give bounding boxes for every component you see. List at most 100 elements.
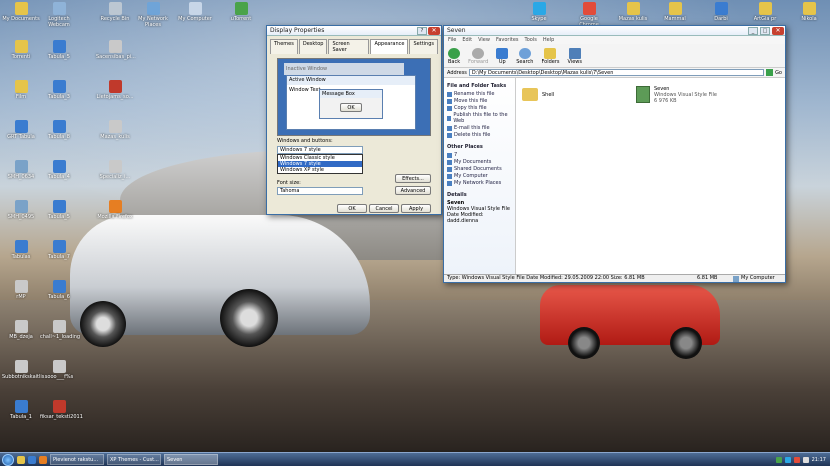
desktop-icon[interactable]: Tabula_3 — [40, 80, 78, 100]
display-properties-titlebar[interactable]: Display Properties ? ✕ — [267, 26, 441, 36]
style-option[interactable]: Windows XP style — [278, 167, 362, 173]
desktop-icon[interactable]: uTorrent — [222, 2, 260, 22]
taskbar-item-active[interactable]: Seven — [164, 454, 218, 465]
desktop-icon[interactable]: rMP — [2, 280, 40, 300]
other-place-link[interactable]: 7 — [447, 152, 512, 158]
effects-button[interactable]: Effects... — [395, 174, 431, 183]
desktop-icon[interactable]: Tabula_5 — [40, 40, 78, 60]
other-place-link[interactable]: My Documents — [447, 159, 512, 165]
file-item-seven[interactable]: Seven Windows Visual Style File 6 976 KB — [636, 86, 717, 104]
go-button[interactable]: Go — [775, 70, 782, 76]
up-button[interactable]: Up — [496, 48, 509, 65]
tray-icon[interactable] — [775, 456, 782, 463]
desktop-icon[interactable]: Mazas kulis — [614, 2, 652, 22]
desktop-icon[interactable]: Darbi — [702, 2, 740, 22]
go-arrow-icon[interactable] — [766, 69, 774, 76]
minimize-button[interactable]: _ — [748, 27, 758, 35]
forward-button[interactable]: Forward — [468, 48, 488, 65]
desktop-icon[interactable]: Recycle Bin — [96, 2, 134, 22]
explorer-titlebar[interactable]: Seven _ □ ✕ — [444, 26, 785, 36]
desktop-icon[interactable]: Mazas_kulis — [96, 120, 134, 140]
file-task-link[interactable]: Publish this file to the Web — [447, 112, 512, 124]
taskbar-item[interactable]: Pievienot rakstu... — [50, 454, 104, 465]
desktop-icon[interactable]: ArtGia pr — [746, 2, 784, 22]
desktop-icon-label: rMP — [16, 294, 26, 300]
desktop-icon[interactable]: My Network Places — [134, 2, 172, 28]
tab-appearance[interactable]: Appearance — [370, 39, 409, 54]
file-task-link[interactable]: Copy this file — [447, 105, 512, 111]
menu-help[interactable]: Help — [543, 37, 554, 43]
help-button[interactable]: ? — [417, 27, 427, 35]
desktop-icon[interactable]: Tabulas — [2, 240, 40, 260]
menu-file[interactable]: File — [448, 37, 456, 43]
desktop-icon[interactable]: SMH_0495 — [2, 200, 40, 220]
file-task-link[interactable]: E-mail this file — [447, 125, 512, 131]
apply-button[interactable]: Apply — [401, 204, 431, 213]
desktop-icon[interactable]: Film — [2, 80, 40, 100]
desktop-icon[interactable]: Tabula_4 — [40, 160, 78, 180]
media-quicklaunch-icon[interactable] — [39, 455, 47, 464]
desktop-icon[interactable]: Mammal — [656, 2, 694, 22]
menu-edit[interactable]: Edit — [462, 37, 472, 43]
desktop-icon[interactable]: Tabula_8 — [40, 120, 78, 140]
desktop-item-icon — [52, 40, 66, 53]
views-button[interactable]: Views — [568, 48, 582, 65]
desktop-icon[interactable]: SMH_0634 — [2, 160, 40, 180]
desktop-icon[interactable]: My Computer — [176, 2, 214, 22]
desktop-icon[interactable]: Torrenti — [2, 40, 40, 60]
search-button[interactable]: Search — [516, 48, 533, 65]
tab-screen-saver[interactable]: Screen Saver — [328, 39, 370, 54]
file-task-link[interactable]: Rename this file — [447, 91, 512, 97]
tab-settings[interactable]: Settings — [409, 39, 438, 54]
cancel-button[interactable]: Cancel — [369, 204, 399, 213]
close-icon[interactable]: ✕ — [428, 27, 440, 35]
desktop-icon[interactable]: Skype — [520, 2, 558, 22]
other-place-link[interactable]: Shared Documents — [447, 166, 512, 172]
tray-icon[interactable] — [793, 456, 800, 463]
other-place-link[interactable]: My Network Places — [447, 180, 512, 186]
explorer-quicklaunch-icon[interactable] — [17, 455, 25, 464]
volume-icon[interactable] — [802, 456, 809, 463]
desktop-icon[interactable]: Subbotnikskaitlis... — [2, 360, 49, 380]
desktop-icon[interactable]: chall~1_loading — [40, 320, 80, 340]
browser-quicklaunch-icon[interactable] — [28, 455, 36, 464]
clock[interactable]: 21:17 — [812, 457, 826, 463]
desktop-icon[interactable]: Nikola — [790, 2, 828, 22]
font-size-dropdown[interactable]: Tahoma — [277, 187, 363, 195]
desktop-icon[interactable]: Specializ_i... — [96, 160, 134, 180]
advanced-button[interactable]: Advanced — [395, 186, 431, 195]
desktop-icon[interactable]: Sacensibas_pi... — [96, 40, 136, 60]
back-button[interactable]: Back — [448, 48, 460, 65]
desktop-icon[interactable]: sooo___f%s — [40, 360, 78, 380]
desktop-icon[interactable]: Mozilla Firefox — [96, 200, 134, 220]
folders-button[interactable]: Folders — [541, 48, 560, 65]
desktop-icon[interactable]: Lietojams_so... — [96, 80, 134, 100]
desktop-icon[interactable]: Tabula_1 — [2, 400, 40, 420]
desktop-icon[interactable]: Tabula_6 — [40, 280, 78, 300]
file-task-link[interactable]: Move this file — [447, 98, 512, 104]
menu-view[interactable]: View — [478, 37, 490, 43]
other-place-link[interactable]: My Computer — [447, 173, 512, 179]
desktop-icon[interactable]: GRT Tabula — [2, 120, 40, 140]
desktop-icon[interactable]: MB_dzeja — [2, 320, 40, 340]
desktop-icon[interactable]: Tabula_5 — [40, 200, 78, 220]
close-icon[interactable]: ✕ — [772, 27, 784, 35]
menu-tools[interactable]: Tools — [525, 37, 537, 43]
address-input[interactable]: D:\My Documents\Desktop\Desktop\Mazas ku… — [468, 69, 765, 76]
taskbar-item[interactable]: XP Themes - Cust... — [107, 454, 161, 465]
maximize-button[interactable]: □ — [760, 27, 770, 35]
file-task-link[interactable]: Delete this file — [447, 132, 512, 138]
folder-item-shell[interactable]: Shell — [522, 88, 554, 101]
windows-buttons-dropdown[interactable]: Windows 7 style — [277, 146, 363, 154]
ok-button[interactable]: OK — [337, 204, 367, 213]
tab-themes[interactable]: Themes — [270, 39, 298, 54]
menu-favorites[interactable]: Favorites — [496, 37, 519, 43]
style-options-list[interactable]: Windows Classic style Windows 7 style Wi… — [277, 154, 363, 174]
desktop-icon[interactable]: Logitech Webcam — [40, 2, 78, 28]
desktop-icon[interactable]: Tabula_7 — [40, 240, 78, 260]
tab-desktop[interactable]: Desktop — [298, 39, 328, 54]
desktop-icon[interactable]: My Documents — [2, 2, 40, 22]
start-button[interactable] — [2, 453, 14, 466]
tray-icon[interactable] — [784, 456, 791, 463]
desktop-icon[interactable]: fiksar_teksti2011 — [40, 400, 83, 420]
